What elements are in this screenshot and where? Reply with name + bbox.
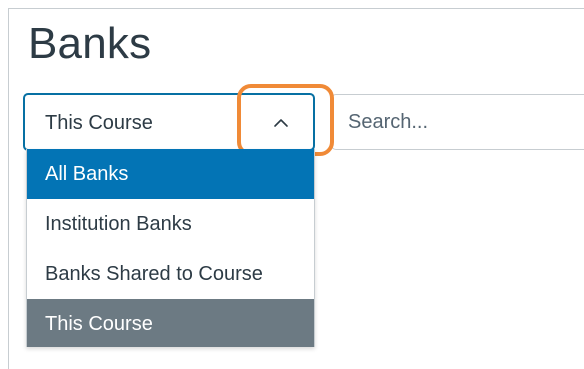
bank-filter-selected-value: This Course — [45, 112, 153, 134]
bank-filter-select[interactable]: This Course — [23, 93, 315, 151]
option-all-banks[interactable]: All Banks — [27, 149, 314, 199]
search-input[interactable] — [331, 94, 584, 150]
chevron-up-icon[interactable] — [273, 115, 289, 131]
option-this-course[interactable]: This Course — [27, 299, 314, 347]
page-title: Banks — [28, 19, 152, 68]
option-banks-shared-to-course[interactable]: Banks Shared to Course — [27, 249, 314, 299]
bank-filter-options: All Banks Institution Banks Banks Shared… — [26, 149, 315, 347]
option-institution-banks[interactable]: Institution Banks — [27, 199, 314, 249]
